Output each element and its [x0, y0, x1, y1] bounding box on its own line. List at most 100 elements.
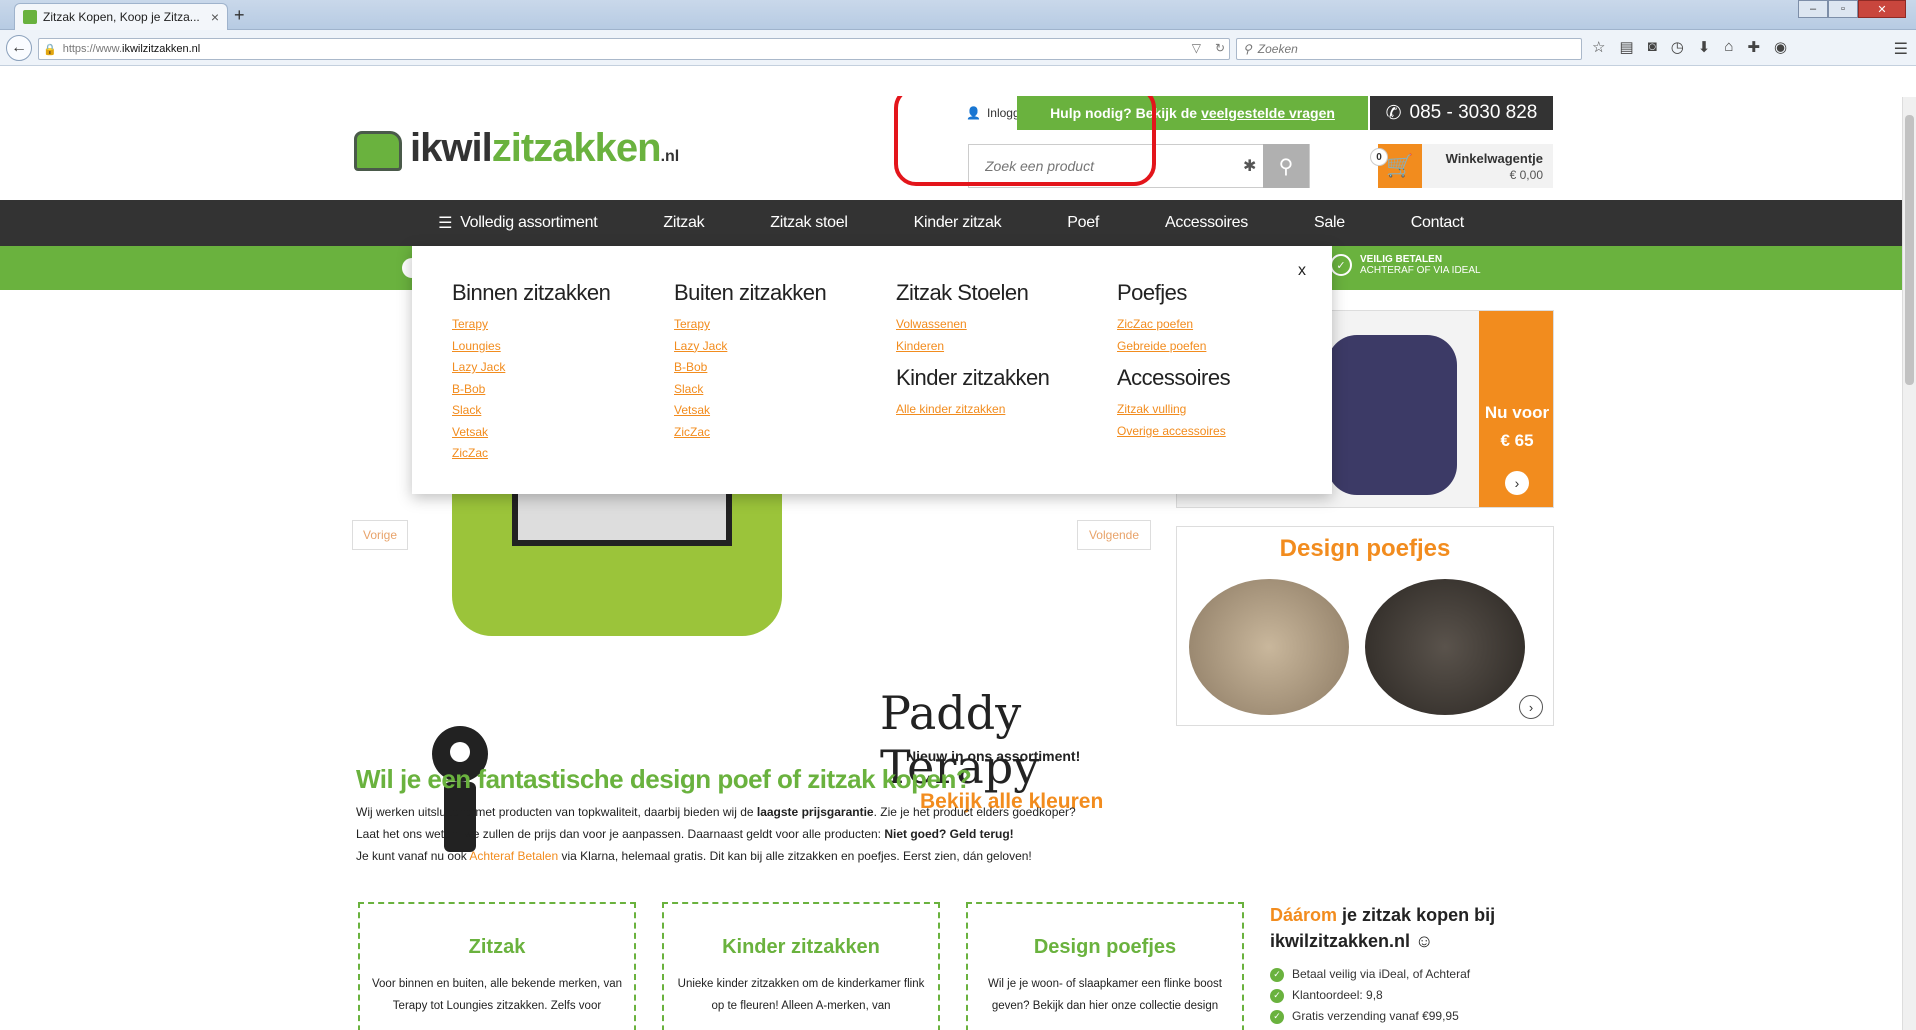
faq-link[interactable]: veelgestelde vragen	[1201, 105, 1335, 121]
page-scrollbar[interactable]	[1902, 97, 1916, 1030]
why-title: Dáárom je zitzak kopen bij ikwilzitzakke…	[1270, 902, 1570, 954]
nav-item-sale[interactable]: Sale	[1281, 214, 1378, 232]
browser-tab-bar: Zitzak Kopen, Koop je Zitza... × + – ▫ ✕	[0, 0, 1916, 30]
mega-link[interactable]: Overige accessoires	[1117, 421, 1317, 443]
mega-link[interactable]: Vetsak	[452, 422, 652, 444]
usp-safe-payment: ✓ VEILIG BETALEN ACHTERAF OF VIA IDEAL	[1330, 254, 1481, 276]
close-window-icon[interactable]: ✕	[1858, 0, 1906, 18]
phone-icon: ✆	[1385, 102, 1402, 124]
scrollbar-thumb[interactable]	[1905, 115, 1914, 385]
mega-link[interactable]: Slack	[674, 379, 874, 401]
mega-col-stoelen: Zitzak Stoelen Volwassenen Kinderen Kind…	[896, 280, 1096, 421]
search-button[interactable]: ⚲	[1263, 144, 1309, 188]
main-navigation: ☰ Volledig assortiment Zitzak Zitzak stoe…	[0, 200, 1902, 246]
url-host: ikwilzitzakken.nl	[122, 43, 201, 55]
nav-label: Zitzak	[663, 214, 705, 231]
mega-link[interactable]: Terapy	[674, 314, 874, 336]
card-text: Voor binnen en buiten, alle bekende merk…	[372, 978, 622, 1012]
card-text: Wil je je woon- of slaapkamer een flinke…	[988, 978, 1222, 1012]
nav-label: Sale	[1313, 214, 1345, 231]
reading-list-icon[interactable]: ▤	[1619, 38, 1633, 56]
back-button[interactable]: ←	[6, 35, 32, 61]
chevron-right-icon[interactable]: ›	[1505, 471, 1529, 495]
minimize-icon[interactable]: –	[1798, 0, 1828, 18]
bookmark-star-icon[interactable]: ☆	[1592, 38, 1605, 56]
browser-search-input[interactable]: ⚲ Zoeken	[1236, 38, 1582, 60]
category-card-zitzak[interactable]: Zitzak Voor binnen en buiten, alle beken…	[358, 902, 636, 1030]
intro-text: Wij werken uitsluitend met producten van…	[356, 801, 1256, 867]
download-icon[interactable]: ⬇	[1698, 38, 1711, 56]
intro-bold: Niet goed? Geld terug!	[884, 827, 1014, 841]
mega-link[interactable]: B-Bob	[452, 379, 652, 401]
help-banner: Hulp nodig? Bekijk de veelgestelde vrage…	[1017, 96, 1368, 130]
mega-link[interactable]: B-Bob	[674, 357, 874, 379]
nav-item-assortiment[interactable]: ☰ Volledig assortiment	[405, 213, 630, 233]
site-logo[interactable]: ikwilzitzakken.nl	[354, 126, 679, 171]
mega-link[interactable]: Lazy Jack	[674, 336, 874, 358]
mega-link[interactable]: ZicZac	[452, 443, 652, 465]
adblock-icon[interactable]: ◉	[1774, 38, 1787, 56]
cart-count-badge: 0	[1370, 148, 1388, 166]
mega-heading[interactable]: Zitzak Stoelen	[896, 280, 1096, 306]
home-icon[interactable]: ⌂	[1724, 38, 1733, 56]
intro-section: Wil je een fantastische design poef of z…	[356, 764, 1256, 867]
mega-link[interactable]: Slack	[452, 400, 652, 422]
mega-link[interactable]: Volwassenen	[896, 314, 1096, 336]
nav-item-accessoires[interactable]: Accessoires	[1132, 214, 1281, 232]
product-search: ✱ ⚲	[968, 144, 1310, 188]
slider-next-button[interactable]: Volgende	[1077, 520, 1151, 550]
mega-link[interactable]: Vetsak	[674, 400, 874, 422]
mega-link[interactable]: ZicZac	[674, 422, 874, 444]
browser-menu-icon[interactable]: ☰	[1894, 39, 1908, 59]
mega-heading[interactable]: Buiten zitzakken	[674, 280, 874, 306]
mega-heading[interactable]: Poefjes	[1117, 280, 1317, 306]
nav-label: Zitzak stoel	[770, 214, 848, 231]
mega-link[interactable]: Terapy	[452, 314, 652, 336]
product-search-input[interactable]	[969, 158, 1243, 174]
cart-widget[interactable]: 0 🛒 Winkelwagentje € 0,00	[1370, 144, 1553, 188]
category-card-kinder[interactable]: Kinder zitzakken Unieke kinder zitzakken…	[662, 902, 940, 1030]
mega-link[interactable]: Alle kinder zitzakken	[896, 399, 1096, 421]
mega-heading[interactable]: Kinder zitzakken	[896, 365, 1096, 391]
card-title: Zitzak	[468, 936, 526, 958]
mega-col-poefjes: Poefjes ZicZac poefen Gebreide poefen Ac…	[1117, 280, 1317, 442]
nav-item-zitzak[interactable]: Zitzak	[630, 214, 737, 232]
mega-menu-close-button[interactable]: x	[1298, 262, 1306, 280]
mega-heading[interactable]: Binnen zitzakken	[452, 280, 652, 306]
why-list: ✓ Betaal veilig via iDeal, of Achteraf ✓ K…	[1270, 964, 1570, 1027]
promo-poufs[interactable]: Design poefjes ›	[1176, 526, 1554, 726]
browser-tab[interactable]: Zitzak Kopen, Koop je Zitza... ×	[14, 3, 228, 30]
nav-label: Poef	[1067, 214, 1100, 231]
mega-link[interactable]: Loungies	[452, 336, 652, 358]
pouf-light-image	[1189, 579, 1349, 715]
achteraf-betalen-link[interactable]: Achteraf Betalen	[469, 849, 558, 863]
nav-label: Kinder zitzak	[913, 214, 1002, 231]
mega-link[interactable]: Kinderen	[896, 336, 1096, 358]
address-bar[interactable]: 🔒 https://www.ikwilzitzakken.nl ▽ ↻	[38, 38, 1230, 60]
mega-link[interactable]: Lazy Jack	[452, 357, 652, 379]
dropdown-icon[interactable]: ▽	[1192, 41, 1201, 55]
pocket-icon[interactable]: ◙	[1648, 38, 1657, 56]
intro-text-segment: Wij werken uitsluitend met producten van…	[356, 805, 757, 819]
reload-icon[interactable]: ↻	[1215, 41, 1225, 55]
extension-icon[interactable]: ✚	[1747, 38, 1760, 56]
category-card-poefjes[interactable]: Design poefjes Wil je je woon- of slaapk…	[966, 902, 1244, 1030]
slider-prev-button[interactable]: Vorige	[352, 520, 408, 550]
browser-tools: ☆ ▤ ◙ ◷ ⬇ ⌂ ✚ ◉	[1592, 38, 1787, 56]
tab-close-icon[interactable]: ×	[211, 9, 219, 25]
phone-banner[interactable]: ✆ 085 - 3030 828	[1370, 96, 1553, 130]
mega-link[interactable]: Zitzak vulling	[1117, 399, 1317, 421]
history-icon[interactable]: ◷	[1671, 38, 1684, 56]
mega-col-binnen: Binnen zitzakken Terapy Loungies Lazy Ja…	[452, 280, 652, 465]
nav-item-kinder-zitzak[interactable]: Kinder zitzak	[881, 214, 1035, 232]
nav-item-contact[interactable]: Contact	[1378, 214, 1497, 232]
mega-link[interactable]: Gebreide poefen	[1117, 336, 1317, 358]
nav-item-zitzak-stoel[interactable]: Zitzak stoel	[737, 214, 880, 232]
maximize-icon[interactable]: ▫	[1828, 0, 1858, 18]
new-tab-button[interactable]: +	[234, 5, 245, 26]
mega-link[interactable]: ZicZac poefen	[1117, 314, 1317, 336]
phone-number: 085 - 3030 828	[1409, 102, 1538, 123]
chevron-right-icon[interactable]: ›	[1519, 695, 1543, 719]
mega-heading[interactable]: Accessoires	[1117, 365, 1317, 391]
nav-item-poef[interactable]: Poef	[1034, 214, 1132, 232]
